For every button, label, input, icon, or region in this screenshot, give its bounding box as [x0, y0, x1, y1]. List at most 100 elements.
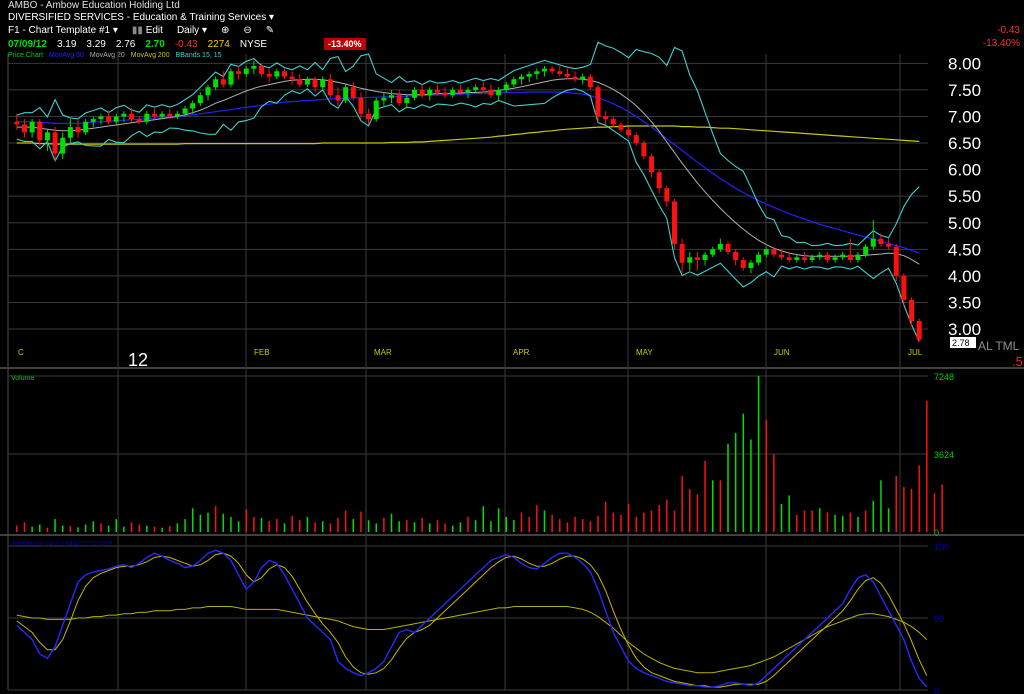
candle — [664, 185, 670, 207]
candle — [710, 246, 716, 258]
candle-body — [610, 119, 616, 125]
candle-body — [878, 238, 884, 245]
candle-body — [312, 79, 318, 88]
candle-body — [687, 257, 693, 263]
candle — [855, 251, 861, 263]
candle-body — [90, 119, 96, 122]
overlay-text: .5 — [1012, 354, 1023, 369]
candle — [649, 153, 655, 178]
candle-body — [817, 254, 823, 258]
candle — [304, 76, 310, 88]
candle — [480, 81, 486, 93]
candle-body — [297, 79, 303, 85]
candle — [381, 92, 387, 106]
candle-body — [618, 124, 624, 130]
candle — [603, 111, 609, 125]
volume-tick-label: 7248 — [934, 372, 954, 382]
candle — [496, 87, 502, 101]
candle — [350, 81, 356, 101]
candle — [511, 76, 517, 88]
candle-body — [649, 156, 655, 173]
candle-body — [893, 246, 899, 276]
candle-body — [740, 259, 746, 268]
candle — [916, 318, 922, 342]
candle-body — [83, 121, 89, 133]
overlay-text: AL TML — [978, 339, 1020, 353]
candle-body — [98, 116, 104, 120]
candle — [794, 254, 800, 263]
candle — [98, 113, 104, 125]
candle-body — [580, 76, 586, 80]
candle — [373, 97, 379, 122]
candle-body — [847, 254, 853, 260]
candle — [236, 65, 242, 80]
x-tick-label: MAR — [374, 348, 392, 357]
candle — [702, 251, 708, 266]
candle-body — [427, 89, 433, 96]
candle-body — [756, 254, 762, 263]
candle-body — [136, 119, 142, 122]
candle-body — [572, 76, 578, 80]
x-tick-label: JUN — [774, 348, 790, 357]
candle — [327, 73, 333, 98]
candle-body — [725, 244, 731, 252]
candle-body — [220, 79, 226, 85]
candle — [343, 84, 349, 104]
price-tick-label: 7.00 — [948, 107, 981, 126]
candle-body — [266, 73, 272, 77]
price-tick-label: 4.50 — [948, 240, 981, 259]
candle-body — [129, 113, 135, 120]
candle — [136, 116, 142, 125]
candle — [817, 251, 823, 260]
price-tick-label: 5.00 — [948, 214, 981, 233]
candle-body — [595, 87, 601, 117]
candle-body — [197, 95, 203, 104]
candle — [44, 129, 50, 152]
candle-body — [794, 257, 800, 260]
candle-body — [916, 321, 922, 340]
chart-svg[interactable]: C FEB MAR APR MAY JUN JUL 12 8.00 7.50 7.00 6.50 6.0… — [0, 0, 1024, 694]
candle-body — [350, 87, 356, 98]
candle — [197, 92, 203, 106]
x-tick-label: JUL — [908, 348, 923, 357]
candle — [572, 71, 578, 82]
stochastic-slow-line — [16, 552, 928, 688]
candle — [450, 87, 456, 98]
candle-body — [366, 113, 372, 120]
candle-body — [60, 137, 66, 154]
candle — [213, 76, 219, 90]
candle-body — [396, 95, 402, 104]
candle — [75, 119, 81, 138]
candle-body — [633, 135, 639, 144]
candle — [694, 251, 700, 271]
candle — [205, 84, 211, 101]
candle — [174, 111, 180, 120]
candle-body — [213, 79, 219, 88]
x-tick-year: 12 — [128, 350, 148, 370]
candle-body — [855, 254, 861, 260]
candle-body — [419, 89, 425, 96]
candle-body — [496, 89, 502, 96]
oscillator-tick-label: 100 — [934, 542, 949, 552]
candle-body — [549, 68, 555, 72]
candle-body — [603, 116, 609, 120]
candle — [909, 297, 915, 327]
candle — [687, 251, 693, 271]
candle-body — [373, 100, 379, 120]
candle-body — [259, 65, 265, 74]
candle — [840, 251, 846, 260]
candle-body — [106, 116, 112, 122]
candle — [144, 111, 150, 125]
candle — [358, 92, 364, 120]
candle-body — [335, 95, 341, 101]
price-tick-label: 6.50 — [948, 134, 981, 153]
candle — [90, 116, 96, 128]
candle-body — [771, 249, 777, 255]
candle-body — [151, 113, 157, 117]
candle — [389, 89, 395, 104]
candle — [83, 119, 89, 136]
stochastic-fast-line — [16, 549, 928, 688]
candle-body — [587, 76, 593, 88]
candle — [671, 198, 677, 250]
candle-body — [671, 201, 677, 245]
